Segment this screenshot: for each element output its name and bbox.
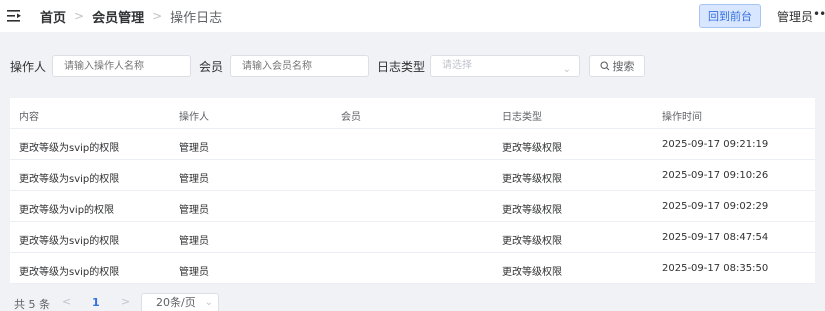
cell-operator: 管理员: [179, 236, 209, 247]
cell-time: 2025-09-17 08:47:54: [662, 232, 769, 243]
more-icon[interactable]: •••: [813, 7, 825, 21]
cell-content: 更改等级为vip的权限: [19, 205, 115, 216]
member-input[interactable]: [230, 55, 369, 77]
breadcrumb-separator-icon: >: [74, 9, 85, 23]
page-size-value: 20条/页: [156, 296, 196, 309]
table-row: 更改等级为svip的权限 管理员 更改等级权限 2025-09-17 08:47…: [10, 222, 815, 253]
cell-operator: 管理员: [179, 174, 209, 185]
column-header-content: 内容: [19, 112, 39, 123]
cell-operator: 管理员: [179, 143, 209, 154]
cell-operator: 管理员: [179, 267, 209, 278]
breadcrumb-operation-log: 操作日志: [170, 10, 223, 26]
page-size-select[interactable]: 20条/页 ⌄: [141, 293, 219, 311]
pagination-total: 共 5 条: [14, 298, 50, 311]
column-header-log-type: 日志类型: [502, 112, 542, 123]
top-header: 首页 > 会员管理 > 操作日志 回到前台 管理员 •••: [0, 0, 825, 32]
log-type-select[interactable]: 请选择 ⌄: [430, 55, 580, 77]
breadcrumb-home[interactable]: 首页: [40, 7, 66, 26]
column-header-member: 会员: [341, 112, 361, 123]
cell-log-type: 更改等级权限: [502, 205, 562, 216]
log-type-label: 日志类型: [377, 60, 426, 74]
operator-input[interactable]: [52, 55, 191, 77]
filter-bar: 操作人 会员 日志类型 请选择 ⌄ 搜索: [0, 32, 825, 90]
search-button[interactable]: 搜索: [589, 55, 645, 77]
back-to-frontend-button[interactable]: 回到前台: [699, 4, 761, 28]
cell-content: 更改等级为svip的权限: [19, 236, 120, 247]
cell-content: 更改等级为svip的权限: [19, 143, 120, 154]
column-header-time: 操作时间: [662, 112, 702, 123]
table-row: 更改等级为svip的权限 管理员 更改等级权限 2025-09-17 09:10…: [10, 160, 815, 191]
cell-time: 2025-09-17 08:35:50: [662, 263, 769, 274]
cell-log-type: 更改等级权限: [502, 174, 562, 185]
pagination: 共 5 条 < 1 > 20条/页 ⌄: [0, 290, 825, 311]
breadcrumb: 首页 > 会员管理 > 操作日志: [40, 7, 222, 26]
menu-toggle-icon[interactable]: [7, 9, 23, 23]
cell-content: 更改等级为svip的权限: [19, 174, 120, 185]
chevron-down-icon: ⌄: [204, 297, 213, 308]
cell-operator: 管理员: [179, 205, 209, 216]
breadcrumb-separator-icon: >: [152, 9, 163, 23]
table-row: 更改等级为svip的权限 管理员 更改等级权限 2025-09-17 08:35…: [10, 253, 815, 284]
cell-time: 2025-09-17 09:21:19: [662, 139, 769, 150]
operator-label: 操作人: [10, 60, 47, 74]
table-header-row: 内容 操作人 会员 日志类型 操作时间: [10, 98, 815, 129]
user-name[interactable]: 管理员: [777, 8, 813, 25]
search-icon: [599, 61, 609, 71]
log-type-placeholder: 请选择: [442, 60, 472, 71]
breadcrumb-member-management[interactable]: 会员管理: [92, 7, 144, 26]
search-button-label: 搜索: [612, 60, 635, 73]
member-label: 会员: [199, 60, 224, 74]
page-number-current[interactable]: 1: [92, 296, 100, 309]
cell-content: 更改等级为svip的权限: [19, 267, 120, 278]
table-row: 更改等级为svip的权限 管理员 更改等级权限 2025-09-17 09:21…: [10, 129, 815, 160]
table-row: 更改等级为vip的权限 管理员 更改等级权限 2025-09-17 09:02:…: [10, 191, 815, 222]
prev-page-icon[interactable]: <: [62, 295, 71, 308]
cell-log-type: 更改等级权限: [502, 143, 562, 154]
log-table: 内容 操作人 会员 日志类型 操作时间 更改等级为svip的权限 管理员 更改等…: [10, 98, 815, 284]
chevron-down-icon: ⌄: [562, 64, 571, 75]
cell-time: 2025-09-17 09:02:29: [662, 201, 769, 212]
cell-time: 2025-09-17 09:10:26: [662, 170, 769, 181]
column-header-operator: 操作人: [179, 112, 209, 123]
cell-log-type: 更改等级权限: [502, 236, 562, 247]
cell-log-type: 更改等级权限: [502, 267, 562, 278]
next-page-icon[interactable]: >: [121, 295, 130, 308]
